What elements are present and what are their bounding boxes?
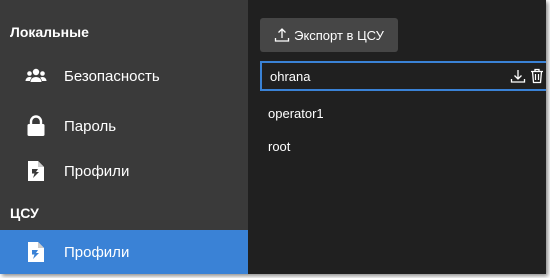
- upload-icon: [274, 28, 290, 42]
- app-window: Локальные Безопасность Пароль Профили ЦС…: [0, 0, 546, 274]
- export-to-csu-button[interactable]: Экспорт в ЦСУ: [260, 18, 398, 52]
- profile-name: operator1: [268, 105, 324, 121]
- lock-icon: [24, 114, 48, 138]
- sidebar-item-security[interactable]: Безопасность: [0, 54, 248, 98]
- sidebar-item-password[interactable]: Пароль: [0, 104, 248, 148]
- section-csu-label: ЦСУ: [10, 205, 39, 221]
- download-icon[interactable]: [510, 68, 526, 84]
- sidebar-item-label: Профили: [64, 243, 130, 261]
- main-panel: Экспорт в ЦСУ ohrana operator1 root: [248, 0, 546, 274]
- sidebar-item-profiles-local[interactable]: Профили: [0, 149, 248, 193]
- sidebar-item-profiles-csu[interactable]: Профили: [0, 230, 248, 274]
- sidebar-item-label: Профили: [64, 162, 130, 180]
- sidebar-item-label: Безопасность: [64, 67, 160, 85]
- file-profile-icon: [24, 159, 48, 183]
- profile-row[interactable]: root: [260, 131, 546, 161]
- profile-name: ohrana: [270, 68, 311, 84]
- users-icon: [24, 64, 48, 88]
- profile-row[interactable]: ohrana: [260, 61, 546, 91]
- profile-row[interactable]: operator1: [260, 98, 546, 128]
- profile-name: root: [268, 138, 291, 154]
- section-local-label: Локальные: [10, 24, 89, 40]
- sidebar: Локальные Безопасность Пароль Профили ЦС…: [0, 0, 248, 274]
- sidebar-item-label: Пароль: [64, 117, 117, 135]
- file-profile-icon: [24, 240, 48, 264]
- trash-icon[interactable]: [530, 68, 544, 84]
- export-button-label: Экспорт в ЦСУ: [294, 27, 384, 43]
